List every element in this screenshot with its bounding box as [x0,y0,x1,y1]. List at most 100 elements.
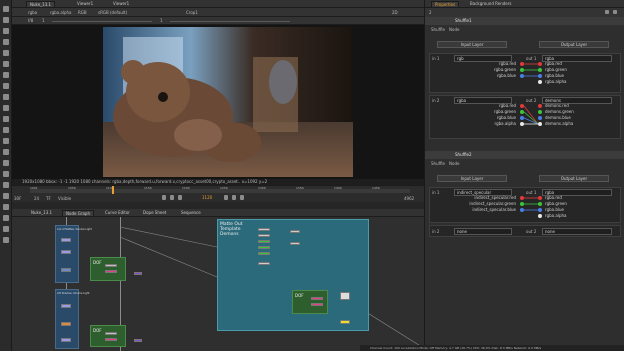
output-channel-dot[interactable] [538,104,542,108]
input-channel-dot[interactable] [520,196,524,200]
node-graph-canvas[interactable]: Cut of Mattes, Volume Light DOF Lift Sha… [12,217,424,351]
dof-b-input-2[interactable] [105,338,117,341]
play-icon[interactable] [224,195,228,200]
filter-icon[interactable] [3,127,9,133]
output-channel-dot[interactable] [538,214,542,218]
channel-select[interactable]: rgba.alpha [50,10,71,15]
tab-viewer1[interactable]: Viewer1 [74,1,96,7]
views-icon[interactable] [3,204,9,210]
read-node-b[interactable] [61,304,71,308]
out2-layer-select-2[interactable]: none [542,228,612,235]
fps-field[interactable]: 24 [34,196,39,201]
matte-node-5[interactable] [258,252,270,255]
shuffle1-name[interactable]: Shuffle1 [455,18,471,23]
tab-project[interactable]: Nuke_13.1 [26,1,56,7]
grade-node-b[interactable] [61,338,71,342]
matte-node-1[interactable] [258,228,270,231]
crop-select[interactable]: Crop1 [186,10,198,15]
plus-icon[interactable] [3,6,9,12]
input-channel-dot[interactable] [520,208,524,212]
color-icon[interactable] [3,116,9,122]
matte-node-6[interactable] [258,262,270,265]
output-channel-dot[interactable] [538,196,542,200]
first-frame-icon[interactable] [162,195,166,200]
step-forward-icon[interactable] [232,195,236,200]
shuffle-node[interactable] [61,250,71,254]
backdrop-node-b[interactable]: Lift Shadow, Volume Light [55,289,89,349]
dodge-icon[interactable] [3,61,9,67]
tab-sequence[interactable]: Sequence [178,210,204,216]
tab-viewer1-b[interactable]: Viewer1 [110,1,132,7]
playhead[interactable] [112,186,114,194]
dof-node-b[interactable]: DOF [90,325,126,347]
shuffle-node-b[interactable] [61,322,71,326]
output-channel-dot[interactable] [538,122,542,126]
exposure-value[interactable]: 1 [160,18,163,23]
input-channel-dot[interactable] [520,62,524,66]
matte-node-4[interactable] [258,246,270,249]
clear-panels-icon[interactable] [605,10,609,14]
last-frame-icon[interactable] [240,195,244,200]
tab-project-b[interactable]: Nuke_13.1 [28,210,55,216]
view-mode-select[interactable]: 2D [392,10,398,15]
write-node-c[interactable] [340,320,350,324]
dof-a-input[interactable] [105,264,117,267]
backdrop-node-main[interactable]: Matte Out Template Demons DOF [217,219,369,331]
tab-node-graph[interactable]: Node Graph [62,210,94,216]
dof-a-input-2[interactable] [105,270,117,273]
output-channel-dot[interactable] [538,110,542,114]
dof-node-a[interactable]: DOF [90,257,126,281]
shuffle2-name[interactable]: Shuffle2 [455,152,471,157]
shuffle1-tab-shuffle[interactable]: Shuffle [431,27,445,32]
output-channel-dot[interactable] [538,80,542,84]
viewer-canvas[interactable] [12,25,424,180]
end-frame[interactable]: 4962 [404,196,414,201]
merge-icon[interactable] [3,105,9,111]
tab-curve-editor[interactable]: Curve Editor [102,210,133,216]
channel-icon[interactable] [3,138,9,144]
lut-select[interactable]: sRGB (default) [98,10,127,15]
roto-icon[interactable] [3,83,9,89]
grade-node[interactable] [61,268,71,272]
viewer-node[interactable] [340,292,350,300]
input-channel-dot[interactable] [520,202,524,206]
brush-icon[interactable] [3,28,9,34]
dof-b-input[interactable] [105,332,117,335]
output-channel-dot[interactable] [538,74,542,78]
other-icon[interactable] [3,237,9,243]
dof-c-input[interactable] [311,297,323,300]
shuffle1-tab-node[interactable]: Node [449,27,459,32]
in2-layer-select-2[interactable]: none [454,228,512,235]
input-channel-dot[interactable] [520,104,524,108]
backdrop-node-a[interactable]: Cut of Mattes, Volume Light [55,225,92,283]
shuffle2-tab-node[interactable]: Node [449,161,459,166]
deep-icon[interactable] [3,193,9,199]
float-panel-icon[interactable] [613,10,617,14]
time-icon[interactable] [3,160,9,166]
clone-icon[interactable] [3,39,9,45]
output-channel-dot[interactable] [538,202,542,206]
output-channel-dot[interactable] [538,208,542,212]
tab-properties[interactable]: Properties [431,1,460,7]
properties-count[interactable]: 2 [429,10,432,15]
dof-c-input-2[interactable] [311,303,323,306]
current-frame[interactable]: 1120 [202,195,212,200]
tab-background-renders[interactable]: Background Renders [467,1,514,7]
gain-slider[interactable] [52,21,152,22]
colorspace-select[interactable]: RGB [78,10,87,15]
shuffle2-tab-shuffle[interactable]: Shuffle [431,161,445,166]
metadata-icon[interactable] [3,215,9,221]
input-channel-dot[interactable] [520,68,524,72]
output-channel-dot[interactable] [538,116,542,120]
toolsets-icon[interactable] [3,226,9,232]
write-node-a[interactable] [134,272,142,275]
read-node[interactable] [61,238,71,242]
output-channel-dot[interactable] [538,62,542,66]
matte-node-3[interactable] [258,240,270,243]
matte-node-2[interactable] [258,234,270,237]
input-channel-dot[interactable] [520,116,524,120]
output-channel-dot[interactable] [538,68,542,72]
input-channel-dot[interactable] [520,110,524,114]
write-node-b[interactable] [134,339,142,342]
tab-dope-sheet[interactable]: Dope Sheet [140,210,169,216]
